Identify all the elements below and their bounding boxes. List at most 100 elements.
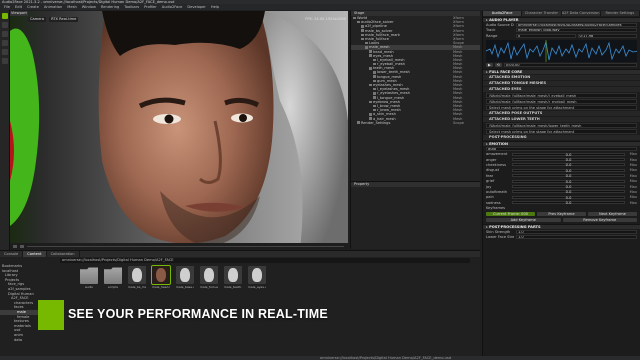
- full-face-core-header[interactable]: FULL FACE CORE: [483, 69, 640, 74]
- menu-mesh[interactable]: Mesh: [67, 5, 76, 9]
- emotion-slider[interactable]: 0.0: [512, 174, 625, 178]
- menu-create[interactable]: Create: [27, 5, 39, 9]
- menu-toolbars[interactable]: Toolbars: [124, 5, 139, 9]
- audio-track-field[interactable]: male_english_loop.wav: [516, 28, 637, 33]
- play-tool-icon[interactable]: [2, 58, 8, 64]
- file-tile[interactable]: male_eyes.usd: [248, 266, 266, 289]
- timeline-scrubber[interactable]: [27, 245, 344, 247]
- property-tab[interactable]: Property: [351, 182, 480, 187]
- audio-range-end[interactable]: 0:17.98: [577, 33, 637, 38]
- file-tile[interactable]: scripts: [104, 266, 122, 289]
- attached-eyes-header[interactable]: ATTACHED EYES: [483, 87, 640, 92]
- emotion-slider[interactable]: 0.0: [512, 158, 625, 162]
- audio-root-field[interactable]: omniverse://localhost/NVIDIA/Assets/Audi…: [516, 22, 637, 27]
- folder-tree-label: faces: [14, 305, 24, 310]
- menu-rendering[interactable]: Rendering: [101, 5, 119, 9]
- emotion-slider[interactable]: 0.0: [512, 201, 625, 205]
- menu-developer[interactable]: Developer: [187, 5, 205, 9]
- select-tool-icon[interactable]: [2, 13, 8, 19]
- menu-help[interactable]: Help: [211, 5, 219, 9]
- stop-icon[interactable]: [20, 244, 24, 248]
- viewport[interactable]: Viewport Camera RTX Real-time FPS: 24.00…: [10, 11, 348, 249]
- remove-keyframe-button[interactable]: Remove Keyframe: [562, 217, 637, 222]
- emotion-slider[interactable]: 0.0: [512, 185, 625, 189]
- emotion-slider[interactable]: 0.0: [512, 152, 625, 157]
- tab-content[interactable]: Content: [23, 251, 47, 257]
- emotion-slider-value: 0.0: [565, 195, 572, 200]
- menu-animation[interactable]: Animation: [44, 5, 62, 9]
- prev-keyframe-button[interactable]: Prev Keyframe: [537, 211, 586, 216]
- emotion-slider[interactable]: 0.0: [512, 168, 625, 173]
- tab-character-transfer[interactable]: Character Transfer: [522, 11, 562, 16]
- next-keyframe-button[interactable]: Next Keyframe: [588, 211, 637, 216]
- audio-waveform[interactable]: [486, 39, 637, 62]
- file-tile[interactable]: male_teeth.usd: [224, 266, 242, 289]
- file-tile[interactable]: male_base.usd: [176, 266, 194, 289]
- eye-path-left[interactable]: /World/male_fullface/male_mesh/l_eyeball…: [486, 93, 637, 98]
- rotate-tool-icon[interactable]: [2, 31, 8, 37]
- prim-icon: [373, 79, 376, 83]
- prim-icon: [369, 50, 372, 53]
- file-tile[interactable]: male_bs_mesh.usd: [128, 266, 146, 289]
- current-frame-button[interactable]: Current Frame: 000: [486, 211, 535, 216]
- add-keyframe-button[interactable]: Add Keyframe: [486, 217, 561, 222]
- loop-button[interactable]: ⟲: [494, 63, 502, 68]
- camera-selector[interactable]: Camera: [28, 17, 47, 22]
- skin-strength-label: Skin Strength: [486, 229, 511, 234]
- scale-tool-icon[interactable]: [2, 40, 8, 46]
- menu-audio2face[interactable]: Audio2Face: [162, 5, 183, 9]
- prim-icon: [365, 46, 368, 49]
- folder-tree-label: data: [14, 337, 23, 342]
- lower-face-field[interactable]: 1.0: [516, 235, 637, 240]
- viewport-playbar: [10, 243, 348, 249]
- tab-audio2face[interactable]: Audio2Face: [483, 11, 523, 16]
- emotion-slider-max: Max: [629, 189, 637, 194]
- folder-tree-item[interactable]: data: [0, 338, 58, 343]
- emotion-slider-label: fear: [486, 173, 494, 178]
- move-tool-icon[interactable]: [2, 22, 8, 28]
- audio2face-tabs: Audio2Face Character Transfer A2F Data C…: [483, 11, 640, 16]
- tab-data-conversion[interactable]: A2F Data Conversion: [562, 11, 601, 16]
- emotion-slider[interactable]: 0.0: [512, 195, 625, 200]
- file-tile[interactable]: male_full.usd: [200, 266, 218, 289]
- emotion-slider-max: Max: [629, 200, 637, 205]
- attached-pose-header[interactable]: ATTACHED POSE OUTPUTS: [483, 111, 640, 116]
- emotion-slider[interactable]: 0.0: [512, 163, 625, 167]
- skin-strength-field[interactable]: 1.0: [516, 229, 637, 234]
- audio-range-start[interactable]: 0: [516, 33, 576, 38]
- audio-track-row: Track male_english_loop.wav: [483, 28, 640, 34]
- file-tile[interactable]: audio: [80, 266, 98, 289]
- stage-row[interactable]: Render_Settings Scope: [351, 121, 480, 125]
- attached-teeth-header[interactable]: ATTACHED LOWER TEETH: [483, 117, 640, 122]
- viewport-tab[interactable]: Viewport: [10, 11, 28, 16]
- emotion-slider[interactable]: 0.0: [512, 190, 625, 194]
- menu-window[interactable]: Window: [82, 5, 96, 9]
- folder-tree-label: female: [17, 314, 30, 319]
- post-processing-header[interactable]: POST-PROCESSING: [483, 135, 640, 140]
- folder-tree-label: face_rigs: [8, 282, 25, 287]
- menu-edit[interactable]: Edit: [15, 5, 22, 9]
- emotion-slider[interactable]: 0.0: [512, 179, 625, 184]
- menu-file[interactable]: File: [4, 5, 10, 9]
- folder-tree-label: usd: [14, 328, 21, 333]
- prim-icon: [369, 113, 372, 116]
- play-icon[interactable]: [13, 244, 17, 248]
- play-button[interactable]: ▶: [486, 63, 493, 68]
- eye-path-right[interactable]: /World/male_fullface/male_mesh/r_eyeball…: [486, 99, 637, 104]
- emotion-preset-select[interactable]: auto: [486, 146, 637, 151]
- tab-console[interactable]: Console: [0, 251, 24, 257]
- snap-tool-icon[interactable]: [2, 49, 8, 55]
- renderer-selector[interactable]: RTX Real-time: [49, 17, 79, 22]
- attached-emotion-header[interactable]: ATTACHED EMOTION: [483, 75, 640, 80]
- menu-profiler[interactable]: Profiler: [144, 5, 157, 9]
- audio-track-label: Track: [486, 28, 496, 33]
- prim-icon: [373, 87, 376, 91]
- attached-tongue-header[interactable]: ATTACHED TONGUE MESHES: [483, 81, 640, 86]
- tab-collaboration[interactable]: Collaboration: [47, 251, 80, 257]
- content-path-field[interactable]: omniverse://localhost/Projects/Digital H…: [60, 258, 470, 263]
- tab-render-settings[interactable]: Render Settings: [601, 11, 640, 16]
- teeth-path[interactable]: /World/male_fullface/male_mesh/lower_tee…: [486, 123, 637, 128]
- file-tile[interactable]: male_head.usd: [151, 265, 171, 289]
- folder-tree-label: A2F_FACE: [11, 296, 29, 301]
- audio-root-row: Audio Source Directory omniverse://local…: [483, 22, 640, 28]
